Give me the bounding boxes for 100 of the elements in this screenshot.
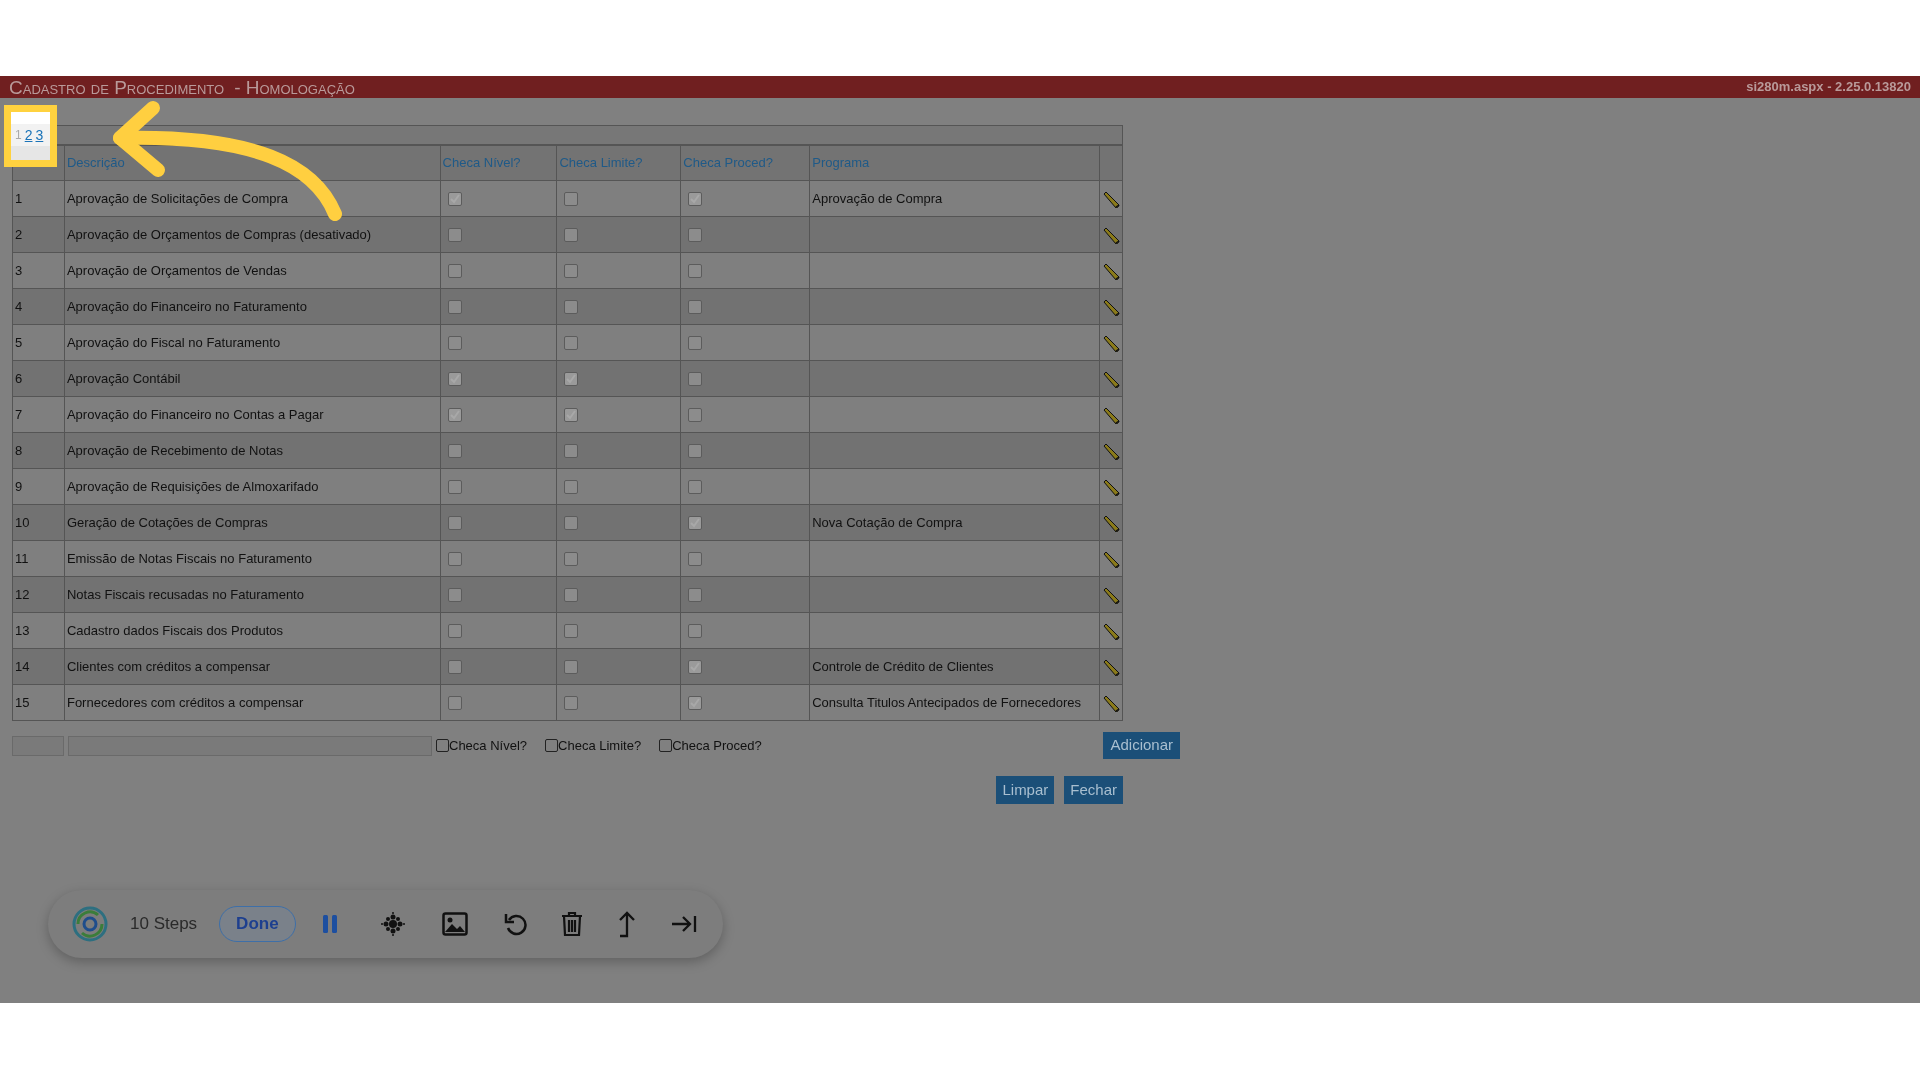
checkbox[interactable]	[447, 695, 462, 710]
pencil-icon[interactable]	[1101, 441, 1120, 460]
image-icon[interactable]	[441, 912, 468, 936]
checkbox[interactable]	[688, 623, 703, 638]
table-cell: 10	[15, 514, 30, 530]
pencil-icon[interactable]	[1101, 621, 1120, 640]
checkbox-label[interactable]: Checa Proced?	[672, 735, 762, 756]
checkbox[interactable]	[659, 739, 673, 752]
pencil-icon[interactable]	[1101, 297, 1120, 316]
table-cell: 1	[15, 190, 23, 206]
checkbox[interactable]	[564, 335, 579, 350]
checkbox[interactable]	[688, 227, 703, 242]
pencil-icon[interactable]	[1101, 225, 1120, 244]
checkbox[interactable]	[564, 443, 579, 458]
checkbox[interactable]	[564, 371, 579, 386]
close-button[interactable]: Fechar	[1064, 776, 1123, 804]
checkbox[interactable]	[447, 443, 462, 458]
checkbox-label[interactable]: Checa Nível?	[449, 735, 528, 756]
checkbox[interactable]	[545, 739, 559, 752]
checkbox[interactable]	[447, 407, 462, 422]
checkbox[interactable]	[447, 335, 462, 350]
pencil-icon[interactable]	[1101, 333, 1120, 352]
pencil-icon[interactable]	[1101, 693, 1120, 712]
checkbox[interactable]	[447, 551, 462, 566]
checkbox[interactable]	[564, 587, 579, 602]
pencil-icon[interactable]	[1101, 549, 1120, 568]
checkbox[interactable]	[564, 659, 579, 674]
checkbox[interactable]	[564, 227, 579, 242]
checkbox[interactable]	[447, 263, 462, 278]
pencil-icon[interactable]	[1101, 369, 1120, 388]
checkbox[interactable]	[564, 623, 579, 638]
checkbox[interactable]	[688, 263, 703, 278]
checkbox[interactable]	[447, 299, 462, 314]
table-cell: Emissão de Notas Fiscais no Faturamento	[66, 550, 312, 566]
checkbox[interactable]	[564, 479, 579, 494]
clear-button[interactable]: Limpar	[996, 776, 1055, 804]
checkbox[interactable]	[447, 587, 462, 602]
checkbox[interactable]	[688, 443, 703, 458]
checkbox[interactable]	[564, 695, 579, 710]
checkbox[interactable]	[564, 299, 579, 314]
checkbox[interactable]	[564, 407, 579, 422]
checkbox[interactable]	[447, 515, 462, 530]
table-cell: 5	[15, 334, 23, 350]
checkbox[interactable]	[688, 335, 703, 350]
checkbox[interactable]	[688, 299, 703, 314]
checkbox[interactable]	[564, 551, 579, 566]
table-cell: Aprovação do Financeiro no Faturamento	[66, 298, 307, 314]
checkbox[interactable]	[688, 515, 703, 530]
checkbox[interactable]	[447, 479, 462, 494]
undo-icon[interactable]	[502, 911, 529, 937]
table-cell: Clientes com créditos a compensar	[66, 658, 270, 674]
table-cell: 2	[15, 226, 23, 242]
checkbox[interactable]	[688, 371, 703, 386]
page-link[interactable]: 3	[35, 124, 44, 146]
checkbox[interactable]	[447, 227, 462, 242]
pencil-icon[interactable]	[1101, 405, 1120, 424]
logo-icon	[72, 906, 108, 942]
checkbox[interactable]	[564, 515, 579, 530]
steps-count: 10 Steps	[130, 913, 198, 936]
table-cell: Aprovação Contábil	[66, 370, 181, 386]
pause-icon[interactable]	[321, 914, 338, 934]
blur-icon[interactable]	[379, 911, 406, 937]
version-label: si280m.aspx - 2.25.0.13820	[1746, 78, 1911, 97]
trash-icon[interactable]	[560, 911, 583, 937]
checkbox[interactable]	[688, 551, 703, 566]
add-button[interactable]: Adicionar	[1103, 732, 1180, 759]
table-cell: Fornecedores com créditos a compensar	[66, 694, 304, 710]
checkbox[interactable]	[688, 479, 703, 494]
page-title: Cadastro de Procedimento	[9, 77, 225, 97]
checkbox[interactable]	[688, 191, 703, 206]
pencil-icon[interactable]	[1101, 513, 1120, 532]
table-cell: Nova Cotação de Compra	[812, 515, 963, 530]
checkbox[interactable]	[688, 659, 703, 674]
done-button[interactable]: Done	[219, 906, 296, 942]
table-cell: 7	[15, 406, 23, 422]
table-cell: 8	[15, 442, 23, 458]
checkbox[interactable]	[447, 659, 462, 674]
checkbox[interactable]	[688, 695, 703, 710]
checkbox[interactable]	[447, 191, 462, 206]
pencil-icon[interactable]	[1101, 477, 1120, 496]
checkbox[interactable]	[436, 739, 449, 752]
table-cell: Notas Fiscais recusadas no Faturamento	[66, 586, 304, 602]
checkbox[interactable]	[564, 191, 579, 206]
pencil-icon[interactable]	[1101, 585, 1120, 604]
table-cell: Controle de Crédito de Clientes	[812, 659, 994, 674]
checkbox[interactable]	[447, 623, 462, 638]
checkbox-label[interactable]: Checa Limite?	[558, 735, 642, 756]
table-cell: Consulta Titulos Antecipados de Fornecedores	[812, 695, 1082, 710]
table-cell: Aprovação de Compra	[812, 191, 943, 206]
table-cell: Aprovação de Orçamentos de Compras (desativado)	[66, 226, 372, 242]
pencil-icon[interactable]	[1101, 189, 1120, 208]
pencil-icon[interactable]	[1101, 261, 1120, 280]
table-cell: Aprovação do Financeiro no Contas a Pagar	[66, 406, 324, 422]
checkbox[interactable]	[564, 263, 579, 278]
checkbox[interactable]	[688, 587, 703, 602]
checkbox[interactable]	[688, 407, 703, 422]
pencil-icon[interactable]	[1101, 657, 1120, 676]
checkbox[interactable]	[447, 371, 462, 386]
skip-to-end-icon[interactable]	[670, 914, 697, 934]
page-link[interactable]: 2	[24, 124, 33, 146]
